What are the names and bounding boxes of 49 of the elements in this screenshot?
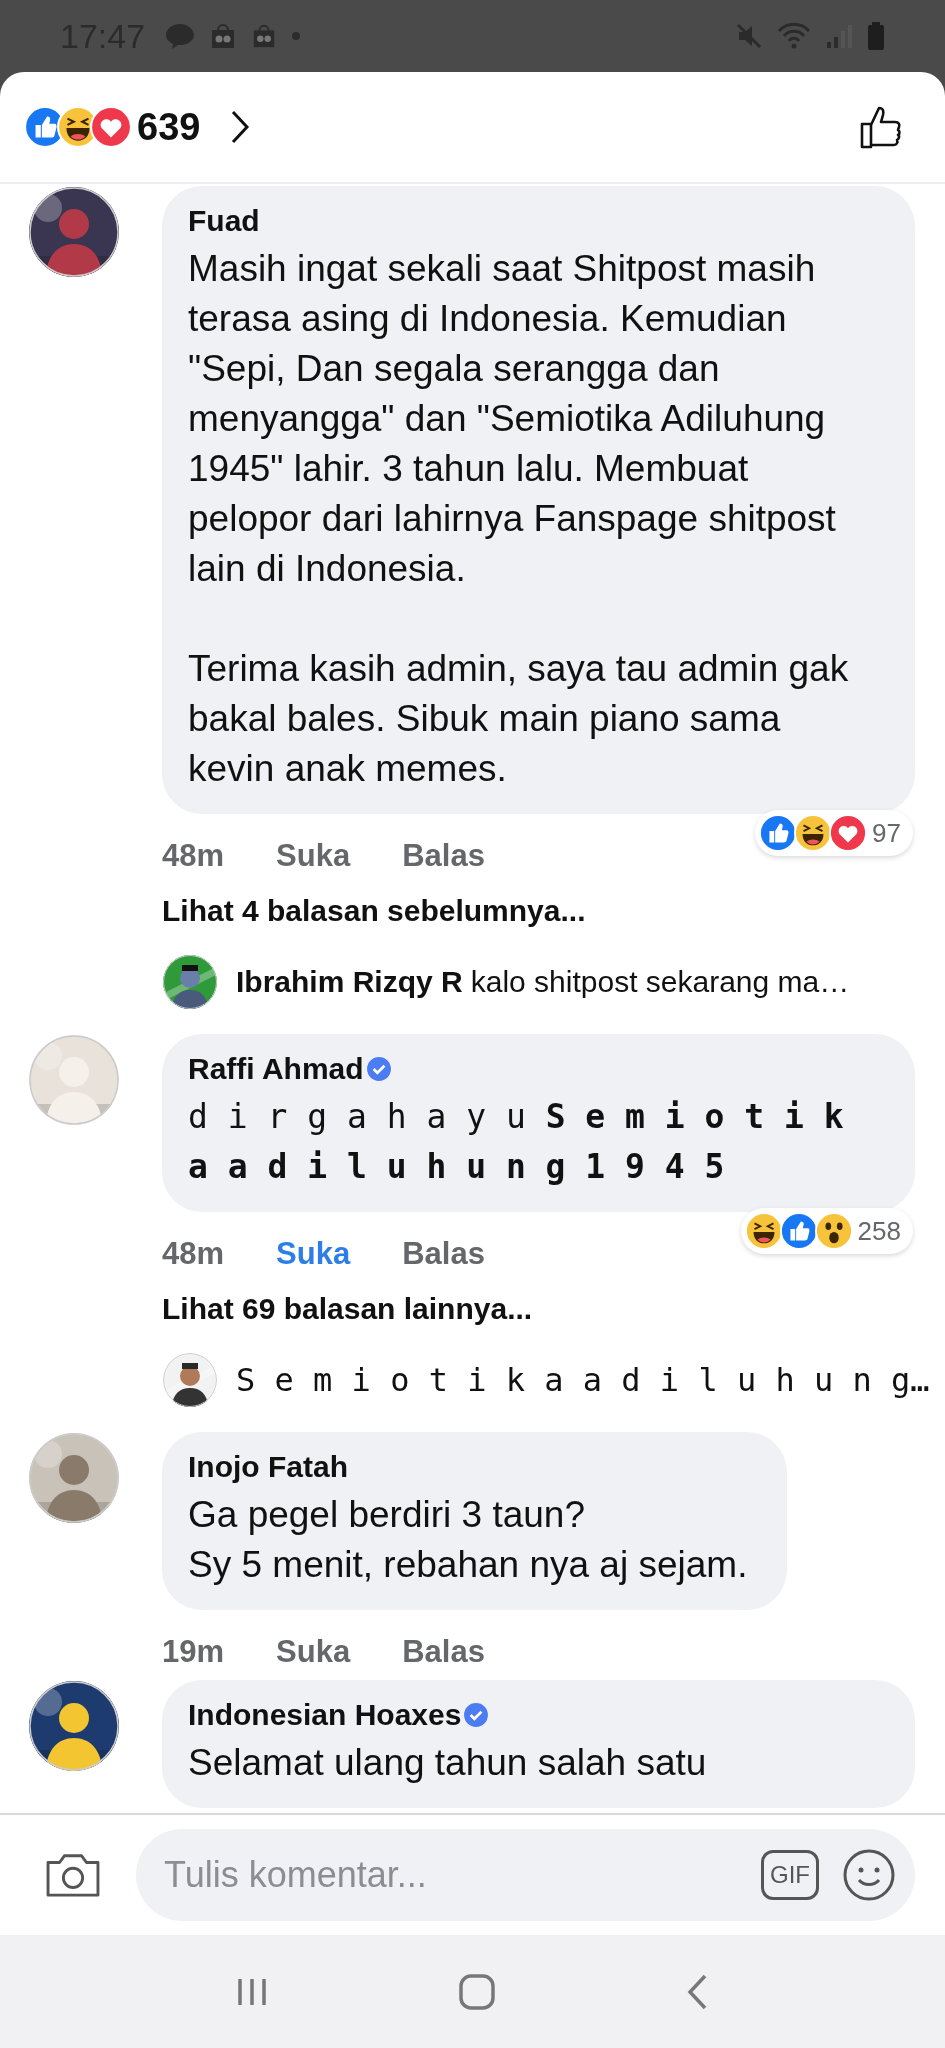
signal-icon	[825, 22, 853, 50]
like-link[interactable]: Suka	[276, 1634, 351, 1670]
comment-text: Selamat ulang tahun salah satu	[188, 1741, 708, 1785]
reaction-count: 258	[857, 1215, 901, 1247]
like-link[interactable]: Suka	[276, 838, 351, 874]
chevron-right-icon[interactable]	[230, 109, 251, 145]
reply-text: S e m i o t i k a a d i l u h u n g…	[236, 1361, 930, 1399]
comment-author[interactable]: Inojo Fatah	[188, 1450, 348, 1484]
laughing-face-icon	[794, 814, 833, 852]
comment-author[interactable]: Raffi Ahmad	[188, 1052, 364, 1086]
more-replies-link[interactable]: Lihat 69 balasan lainnya...	[162, 1292, 533, 1326]
surprised-face-icon	[814, 1212, 853, 1250]
home-icon[interactable]	[458, 1972, 497, 2011]
more-replies-link[interactable]: Lihat 4 balasan sebelumnya...	[162, 894, 586, 928]
reply-link[interactable]: Balas	[402, 1634, 485, 1670]
reply-author[interactable]: Ibrahim Rizqy R	[236, 965, 463, 999]
laughing-face-icon	[744, 1212, 783, 1250]
reply-text: kalo shitpost sekarang ma…	[470, 965, 850, 999]
comment-input-field[interactable]: Tulis komentar... GIF	[136, 1829, 915, 1921]
like-link[interactable]: Suka	[276, 1236, 351, 1272]
wifi-icon	[777, 22, 811, 50]
comment-author[interactable]: Fuad	[188, 204, 260, 238]
comment-time: 48m	[162, 838, 225, 874]
comment-time: 48m	[162, 1236, 225, 1272]
comment-text: Terima kasih admin, saya tau admin gak bakal bales. Sibuk main piano sama kevin anak memes.	[188, 647, 850, 791]
comment-time: 19m	[162, 1634, 225, 1670]
reply-link[interactable]: Balas	[402, 838, 485, 874]
heart-reaction-icon	[829, 814, 868, 852]
gif-button[interactable]: GIF	[761, 1850, 819, 1900]
like-reaction-icon	[759, 814, 798, 852]
comment-text: Ga pegel berdiri 3 taun? Sy 5 menit, rebahan nya aj sejam.	[188, 1493, 748, 1587]
reply-link[interactable]: Balas	[402, 1236, 485, 1272]
comment-text: d i r g a h a y u S e m i o t i k a a d i l u h u n g 1 9 4 5	[188, 1096, 845, 1188]
heart-reaction-icon	[90, 106, 132, 148]
reaction-summary[interactable]: 258	[740, 1208, 913, 1254]
reaction-count[interactable]: 639	[137, 105, 201, 149]
chat-bubble-icon	[165, 22, 196, 50]
verified-badge-icon	[463, 1702, 490, 1728]
like-reaction-icon	[779, 1212, 818, 1250]
battery-icon	[867, 21, 885, 51]
emoji-icon[interactable]	[843, 1849, 895, 1901]
mute-icon	[735, 22, 763, 50]
verified-badge-icon	[365, 1056, 392, 1082]
reaction-summary[interactable]: 97	[755, 810, 913, 856]
camera-icon[interactable]	[44, 1851, 102, 1899]
comment-text: Masih ingat sekali saat Shitpost masih terasa asing di Indonesia. Kemudian "Sepi, Dan segala serangga dan menyangga" dan "Semiotika Adiluhung 1945" lahir. 3 tahun lalu. Membuat pelopor dari lahirnya Fanspage shitpost lain di Indonesia.	[188, 247, 837, 591]
dot-icon	[291, 31, 302, 41]
reaction-count: 97	[872, 817, 901, 849]
comment-author[interactable]: Indonesian Hoaxes	[188, 1698, 462, 1732]
